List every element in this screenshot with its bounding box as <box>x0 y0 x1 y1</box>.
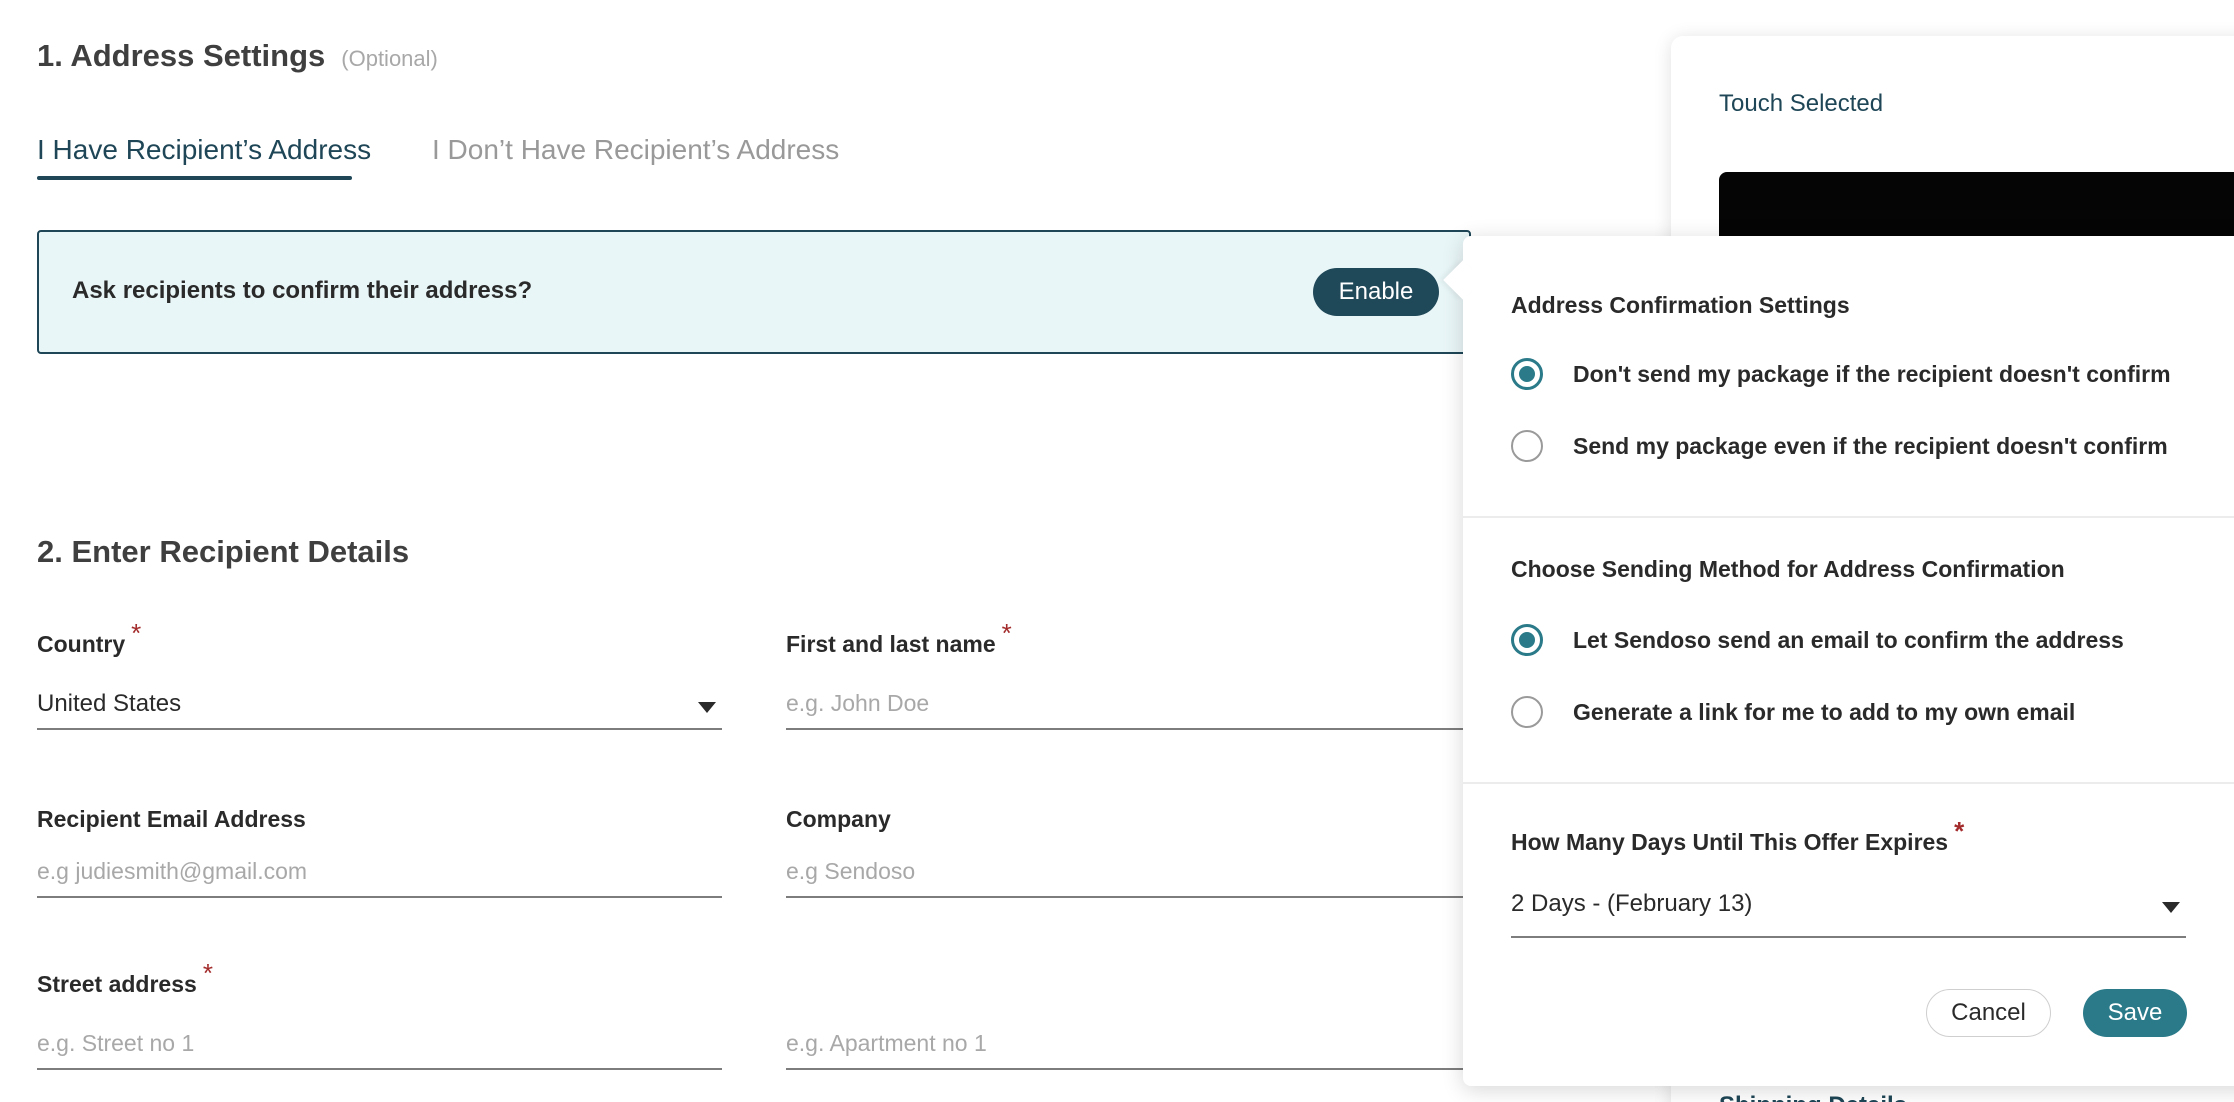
expiry-label: How Many Days Until This Offer Expires * <box>1511 816 1964 857</box>
email-control <box>37 852 722 898</box>
active-tab-indicator <box>37 176 352 180</box>
option-sendoso-email[interactable]: Let Sendoso send an email to confirm the… <box>1511 624 2124 656</box>
shipping-details-label: Shipping Details <box>1719 1092 1907 1102</box>
address-confirm-banner: Ask recipients to confirm their address?… <box>37 230 1471 354</box>
tab-have-address[interactable]: I Have Recipient’s Address <box>37 134 371 166</box>
recipient-details-title: 2. Enter Recipient Details <box>37 534 410 569</box>
company-control <box>786 852 1471 898</box>
address-settings-heading: 1. Address Settings <box>37 38 326 73</box>
option-generate-link-label: Generate a link for me to add to my own … <box>1573 698 2076 725</box>
country-value: United States <box>37 690 182 717</box>
street-input[interactable] <box>37 1024 722 1057</box>
cancel-button[interactable]: Cancel <box>1926 989 2051 1037</box>
email-input[interactable] <box>37 852 722 885</box>
option-generate-link[interactable]: Generate a link for me to add to my own … <box>1511 696 2075 728</box>
country-field: Country * United States <box>37 618 722 730</box>
address-tabs: I Have Recipient’s Address I Don’t Have … <box>37 134 937 184</box>
enable-button[interactable]: Enable <box>1313 268 1439 316</box>
country-label: Country <box>37 631 126 657</box>
street-control <box>37 1024 722 1070</box>
page: 1. Address Settings (Optional) I Have Re… <box>0 0 2234 1102</box>
street-field: Street address * <box>37 958 722 1070</box>
radio-checked-icon[interactable] <box>1511 358 1543 390</box>
option-sendoso-email-label: Let Sendoso send an email to confirm the… <box>1573 626 2124 653</box>
required-marker: * <box>202 958 213 988</box>
touch-selected-label: Touch Selected <box>1719 90 1884 117</box>
name-control <box>786 684 1471 730</box>
company-label: Company <box>786 806 891 832</box>
radio-checked-icon[interactable] <box>1511 624 1543 656</box>
chevron-down-icon <box>698 702 716 713</box>
apartment-input[interactable] <box>786 1024 1471 1057</box>
expiry-days-select[interactable]: 2 Days - (February 13) <box>1511 884 2186 938</box>
street-label: Street address <box>37 971 197 997</box>
confirm-question: Ask recipients to confirm their address? <box>72 277 533 304</box>
option-dont-send-label: Don't send my package if the recipient d… <box>1573 360 2171 387</box>
name-input[interactable] <box>786 684 1471 717</box>
required-marker: * <box>1954 816 1965 846</box>
apartment-control <box>786 1024 1471 1070</box>
divider <box>1463 516 2234 518</box>
radio-unchecked-icon[interactable] <box>1511 430 1543 462</box>
name-label: First and last name <box>786 631 996 657</box>
required-marker: * <box>1001 618 1012 648</box>
tab-no-address[interactable]: I Don’t Have Recipient’s Address <box>432 134 839 166</box>
option-dont-send[interactable]: Don't send my package if the recipient d… <box>1511 358 2171 390</box>
company-input[interactable] <box>786 852 1471 885</box>
save-button[interactable]: Save <box>2083 989 2187 1037</box>
expiry-value: 2 Days - (February 13) <box>1511 890 1753 917</box>
sending-method-heading: Choose Sending Method for Address Confir… <box>1511 556 2065 582</box>
address-settings-title: 1. Address Settings (Optional) <box>37 38 438 74</box>
option-send-anyway[interactable]: Send my package even if the recipient do… <box>1511 430 2168 462</box>
chevron-down-icon <box>2162 902 2180 913</box>
email-label: Recipient Email Address <box>37 806 306 832</box>
email-field: Recipient Email Address <box>37 806 722 898</box>
address-confirmation-popover: Address Confirmation Settings Don't send… <box>1443 236 2234 1086</box>
required-marker: * <box>131 618 142 648</box>
expiry-label-text: How Many Days Until This Offer Expires <box>1511 829 1949 855</box>
confirmation-settings-heading: Address Confirmation Settings <box>1511 292 1850 318</box>
country-select[interactable]: United States <box>37 684 722 730</box>
divider <box>1463 782 2234 784</box>
optional-label: (Optional) <box>341 46 438 71</box>
option-send-anyway-label: Send my package even if the recipient do… <box>1573 432 2168 459</box>
company-field: Company <box>786 806 1471 898</box>
radio-unchecked-icon[interactable] <box>1511 696 1543 728</box>
name-field: First and last name * <box>786 618 1471 730</box>
